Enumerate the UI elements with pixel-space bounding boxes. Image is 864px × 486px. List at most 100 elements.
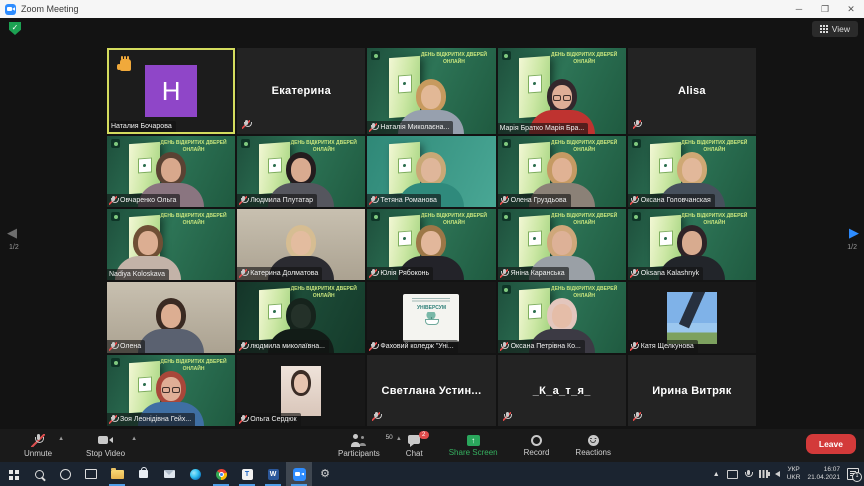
participant-tile[interactable]: ДЕНЬ ВІДКРИТИХ ДВЕРЕЙ ОНЛАЙН Яніна Каран… (497, 209, 626, 280)
muted-mic-icon (632, 412, 643, 421)
participant-tile[interactable]: ДЕНЬ ВІДКРИТИХ ДВЕРЕЙ ОНЛАЙН Зоя Леоніді… (107, 355, 236, 426)
logo-title: УНІВЕРСУМ (416, 304, 447, 311)
tray-expand-icon[interactable]: ▲ (713, 471, 720, 478)
language-indicator[interactable]: УКР UKR (787, 466, 801, 482)
participant-name: Светлана Устин... (381, 384, 482, 397)
reactions-button[interactable]: Reactions (575, 434, 611, 457)
participant-tile[interactable]: Светлана Устин... (367, 355, 496, 426)
muted-mic-icon (109, 342, 119, 351)
participant-tile[interactable]: Катерина Долматова (237, 209, 366, 280)
notification-center-icon[interactable]: 1 (847, 468, 862, 482)
participant-tile[interactable]: H Наталия Бочарова (107, 48, 236, 134)
taskbar-clock[interactable]: 16:07 21.04.2021 (807, 466, 840, 482)
participant-tile[interactable]: ДЕНЬ ВІДКРИТИХ ДВЕРЕЙ ОНЛАЙН Олена Грузд… (497, 136, 626, 207)
uni-logo-icon (371, 212, 381, 221)
record-label: Record (523, 447, 550, 457)
meeting-area: ✓ View ◀ 1/2 ▶ 1/2 H Наталия Бочарова Ек… (0, 18, 864, 462)
participant-name: Alisa (677, 85, 706, 97)
participant-name: _К_а_т_я_ (532, 384, 591, 397)
participant-tile[interactable]: ДЕНЬ ВІДКРИТИХ ДВЕРЕЙ ОНЛАЙН Oksana Kala… (627, 209, 756, 280)
maximize-button[interactable]: ❐ (812, 0, 838, 18)
file-explorer-button[interactable] (104, 462, 130, 486)
participant-tile[interactable]: _К_а_т_я_ (497, 355, 626, 426)
reactions-icon (587, 434, 599, 446)
camera-icon (98, 434, 114, 447)
chevron-up-icon[interactable]: ▲ (131, 436, 137, 442)
participant-name: Олена Груздьова (510, 197, 567, 204)
unmute-label: Unmute (24, 448, 53, 458)
uni-logo-icon (501, 139, 511, 148)
tr-app-button[interactable]: Т (234, 462, 260, 486)
record-button[interactable]: Record (523, 434, 550, 457)
participants-button[interactable]: 50 ▲ Participants (338, 433, 402, 458)
task-view-icon (85, 469, 97, 479)
tr-app-icon: Т (241, 468, 253, 480)
cortana-button[interactable] (52, 462, 78, 486)
participant-tile[interactable]: ДЕНЬ ВІДКРИТИХ ДВЕРЕЙ ОНЛАЙН Овчаренко О… (107, 136, 236, 207)
person-video (135, 298, 207, 353)
muted-mic-icon (109, 415, 119, 424)
participant-tile[interactable]: ДЕНЬ ВІДКРИТИХ ДВЕРЕЙ ОНЛАЙН Оксана Голо… (627, 136, 756, 207)
zoom-taskbar-button[interactable] (286, 462, 312, 486)
tray-display-icon[interactable] (726, 469, 738, 479)
next-page-arrow[interactable]: ▶ (849, 226, 859, 239)
participant-tile[interactable]: УНІВЕРСУМ Фаховий коледж "Уні... (367, 282, 496, 353)
word-button[interactable]: W (260, 462, 286, 486)
start-button[interactable] (0, 462, 26, 486)
participant-tile[interactable]: Катя Щелкунова (627, 282, 756, 353)
uni-logo-icon (111, 212, 120, 221)
share-screen-button[interactable]: ↑ Share Screen (449, 434, 498, 457)
uni-logo-icon (371, 51, 381, 60)
muted-mic-icon (369, 269, 379, 278)
record-icon (531, 434, 543, 446)
chrome-icon (215, 468, 227, 480)
unmute-button[interactable]: ▲ Unmute (24, 433, 64, 458)
participant-tile[interactable]: ДЕНЬ ВІДКРИТИХ ДВЕРЕЙ ОНЛАЙН Nadiya Kolo… (107, 209, 236, 280)
settings-button[interactable]: ⚙ (312, 462, 338, 486)
security-shield-icon[interactable]: ✓ (9, 22, 21, 35)
muted-mic-icon (499, 342, 510, 351)
chat-button[interactable]: 2 Chat (406, 430, 429, 458)
stop-video-button[interactable]: ▲ Stop Video (86, 434, 137, 458)
participant-name: Катя Щелкунова (640, 343, 694, 350)
participant-tile[interactable]: Тетяна Романова (367, 136, 496, 207)
participant-tile[interactable]: Ирина Витряк (627, 355, 756, 426)
chevron-up-icon[interactable]: ▲ (396, 436, 402, 442)
avatar-photo (666, 291, 717, 344)
participant-name: Фаховий коледж "Уні... (380, 343, 454, 350)
participant-name: Nadiya Koloskava (109, 271, 166, 278)
participant-tile[interactable]: Ольга Сердюк (237, 355, 366, 426)
participant-tile[interactable]: ДЕНЬ ВІДКРИТИХ ДВЕРЕЙ ОНЛАЙН Оксана Петр… (497, 282, 626, 353)
prev-page-arrow[interactable]: ◀ (7, 226, 17, 239)
cortana-icon (59, 468, 71, 480)
chevron-up-icon[interactable]: ▲ (58, 436, 64, 442)
taskbar-search-button[interactable] (26, 462, 52, 486)
folder-icon (110, 467, 124, 479)
close-button[interactable]: ✕ (838, 0, 864, 18)
tray-mic-icon[interactable] (745, 469, 754, 479)
uni-logo-icon (501, 212, 511, 221)
participant-name: Oksana Kalashnyk (640, 270, 700, 277)
muted-mic-icon (242, 120, 252, 129)
chrome-button[interactable] (208, 462, 234, 486)
participant-name: Овчаренко Ольга (120, 197, 177, 204)
store-button[interactable] (130, 462, 156, 486)
language-bottom: UKR (786, 474, 801, 481)
edge-button[interactable] (182, 462, 208, 486)
participant-tile[interactable]: Олена (107, 282, 236, 353)
minimize-button[interactable]: ─ (786, 0, 812, 18)
participant-tile[interactable]: ДЕНЬ ВІДКРИТИХ ДВЕРЕЙ ОНЛАЙН Марія Братк… (497, 48, 626, 134)
participant-tile[interactable]: Alisa (627, 48, 756, 134)
leave-button[interactable]: Leave (805, 434, 856, 454)
muted-mic-icon (499, 196, 510, 205)
task-view-button[interactable] (78, 462, 104, 486)
participant-tile[interactable]: ДЕНЬ ВІДКРИТИХ ДВЕРЕЙ ОНЛАЙН людмила мик… (237, 282, 366, 353)
participant-tile[interactable]: ДЕНЬ ВІДКРИТИХ ДВЕРЕЙ ОНЛАЙН Юлія Рябоко… (367, 209, 496, 280)
participant-tile[interactable]: ДЕНЬ ВІДКРИТИХ ДВЕРЕЙ ОНЛАЙН Людмила Плу… (237, 136, 366, 207)
view-button[interactable]: View (811, 21, 858, 37)
participant-tile[interactable]: Екатерина (237, 48, 366, 134)
mail-button[interactable] (156, 462, 182, 486)
tray-volume-icon[interactable] (766, 471, 780, 477)
participant-tile[interactable]: ДЕНЬ ВІДКРИТИХ ДВЕРЕЙ ОНЛАЙН Наталія Мик… (367, 48, 496, 134)
muted-mic-icon (502, 412, 513, 421)
